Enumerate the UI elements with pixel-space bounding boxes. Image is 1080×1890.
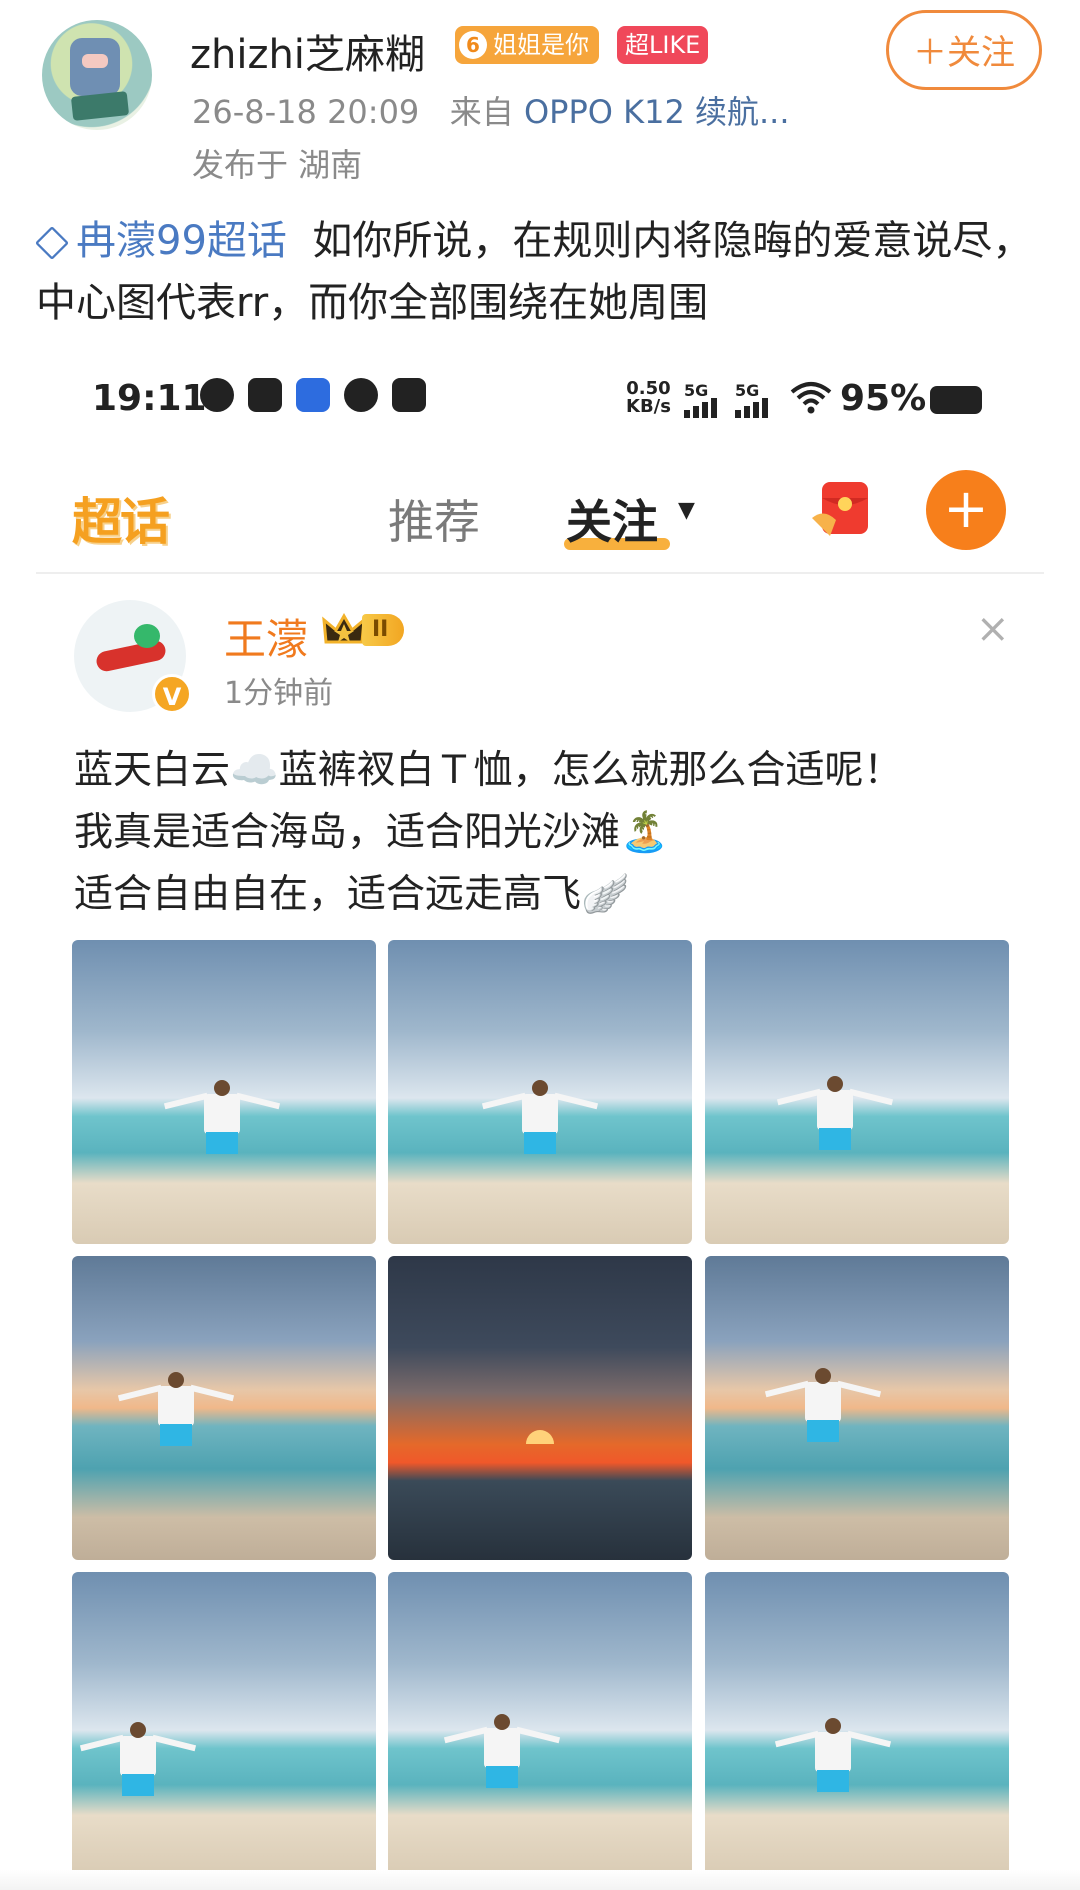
caret-down-icon[interactable]: ▼ [678,498,695,523]
fan-level-badge: 6 姐姐是你 [455,26,599,64]
text-line: 适合自由自在，适合远走高飞🪽 [74,872,630,917]
level-label: 姐姐是你 [493,31,589,59]
chaohua-logo[interactable]: 超话 [72,482,170,554]
red-packet-icon[interactable] [810,478,880,540]
status-app-icons [200,378,426,412]
post-timestamp: 26-8-18 20:09 [192,93,420,131]
verified-badge: V [152,674,192,714]
topic-link-label: 冉濛99超话 [76,218,287,264]
post-body: 冉濛99超话 如你所说，在规则内将隐晦的爱意说尽，中心图代表rr，而你全部围绕在… [35,210,1046,334]
battery-icon [930,386,982,414]
photo-2[interactable] [388,940,692,1244]
level-number: 6 [459,31,487,59]
source-prefix: 来自 [449,93,514,131]
crown-level-badge: II [322,610,405,650]
topic-link[interactable]: 冉濛99超话 [35,218,287,264]
tab-follow[interactable]: 关注 [566,486,658,552]
text-line: 蓝天白云☁️蓝裤衩白Ｔ恤，怎么就那么合适呢！ [74,748,903,793]
bili-icon [392,378,426,412]
battery-percent: 95% [840,378,927,419]
inner-author-name[interactable]: 王濛 [224,606,308,667]
author-avatar[interactable] [42,20,152,130]
tab-recommend[interactable]: 推荐 [388,486,480,552]
inner-post-time: 1分钟前 [224,676,334,711]
author-name[interactable]: zhizhi芝麻糊 [190,22,425,80]
photo-7[interactable] [72,1572,376,1876]
photo-9[interactable] [705,1572,1009,1876]
wifi-icon [790,382,832,414]
crown-icon [322,612,366,644]
super-like-badge: 超LIKE [617,26,709,64]
follow-button[interactable]: ＋关注 [886,10,1042,90]
sim2-signal-icon: 5G [735,383,768,418]
weibo-icon [200,378,234,412]
close-icon[interactable]: × [976,606,1010,652]
post-meta: 26-8-18 20:09 来自 OPPO K12 续航... [192,87,790,133]
tiktok-icon [344,378,378,412]
inner-post-text: 蓝天白云☁️蓝裤衩白Ｔ恤，怎么就那么合适呢！ 我真是适合海岛，适合阳光沙滩🏝️ … [74,740,1034,926]
photo-3[interactable] [705,940,1009,1244]
source-device[interactable]: OPPO K12 续航... [524,93,790,131]
bottom-edge [0,1870,1080,1890]
photo-8[interactable] [388,1572,692,1876]
text-line: 我真是适合海岛，适合阳光沙滩🏝️ [74,810,669,855]
photo-6[interactable] [705,1256,1009,1560]
diamond-icon [35,226,69,260]
divider [36,572,1044,574]
photo-1[interactable] [72,940,376,1244]
add-button[interactable]: + [926,470,1006,550]
photo-5[interactable] [388,1256,692,1560]
app-icon [296,378,330,412]
net-speed: 0.50 KB/s [626,378,671,417]
photo-4[interactable] [72,1256,376,1560]
crown-level: II [362,614,405,646]
sim1-signal-icon: 5G [684,383,717,418]
status-time: 19:11 [92,378,207,419]
post-location: 发布于 湖南 [192,146,363,184]
signal-indicators: 5G 5G [684,383,768,418]
fishing-icon [248,378,282,412]
